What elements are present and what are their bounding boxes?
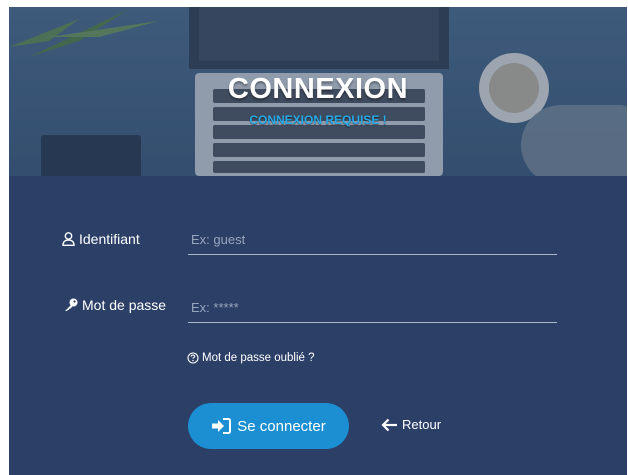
- user-icon: [62, 232, 75, 246]
- back-link-label: Retour: [402, 417, 442, 432]
- password-input[interactable]: [188, 293, 557, 323]
- arrow-left-icon: [381, 418, 397, 431]
- password-label: Mot de passe: [64, 297, 166, 313]
- question-circle-icon: [187, 352, 199, 364]
- page-subtitle: CONNEXION REQUISE !: [249, 113, 387, 127]
- hero-header: CONNEXION CONNEXION REQUISE !: [9, 7, 627, 176]
- connect-button[interactable]: Se connecter: [188, 403, 349, 449]
- connect-button-label: Se connecter: [237, 417, 326, 435]
- key-icon: [65, 298, 78, 311]
- username-input[interactable]: [188, 225, 557, 255]
- page-title: CONNEXION: [227, 73, 409, 105]
- login-card: CONNEXION CONNEXION REQUISE ! Identifian…: [9, 7, 627, 475]
- password-label-text: Mot de passe: [82, 297, 167, 313]
- forgot-password-text: Mot de passe oublié ?: [202, 352, 315, 364]
- username-label: Identifiant: [62, 231, 140, 247]
- sign-in-icon: [212, 418, 232, 434]
- forgot-password-link[interactable]: Mot de passe oublié ?: [187, 352, 315, 364]
- username-label-text: Identifiant: [79, 231, 140, 247]
- back-link[interactable]: Retour: [381, 417, 441, 432]
